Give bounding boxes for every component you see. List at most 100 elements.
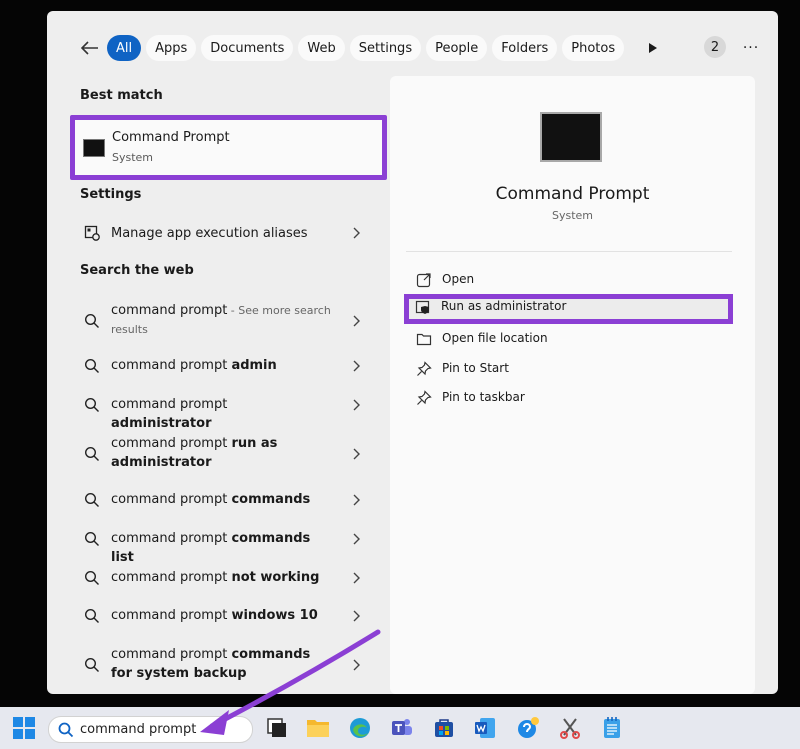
web-result-label: command prompt not working bbox=[111, 568, 331, 587]
more-options-button[interactable]: ··· bbox=[741, 35, 761, 61]
best-match-title: Command Prompt bbox=[112, 130, 230, 145]
web-result-item[interactable]: command prompt commands list bbox=[80, 529, 380, 565]
file-explorer-icon[interactable] bbox=[306, 716, 330, 740]
search-icon bbox=[84, 657, 99, 672]
open-label: Open bbox=[442, 272, 475, 286]
edge-browser-icon[interactable] bbox=[348, 716, 372, 740]
tab-folders[interactable]: Folders bbox=[492, 35, 558, 61]
shield-admin-icon bbox=[415, 300, 430, 314]
start-search-panel: All Apps Documents Web Settings People F… bbox=[47, 11, 778, 694]
taskbar-search-box[interactable] bbox=[48, 716, 253, 743]
detail-pane: Command Prompt System Open Run as admini… bbox=[390, 76, 755, 694]
best-match-result[interactable]: Command Prompt System bbox=[70, 115, 387, 180]
web-result-item[interactable]: command prompt - See more search results bbox=[80, 301, 380, 341]
chevron-right-icon bbox=[353, 610, 360, 622]
search-icon bbox=[84, 358, 99, 373]
web-result-bold: administrator bbox=[111, 416, 212, 431]
results-count-badge: 2 bbox=[704, 36, 726, 58]
search-icon bbox=[58, 722, 74, 738]
pin-to-start-label: Pin to Start bbox=[442, 361, 509, 375]
windows-start-icon[interactable] bbox=[12, 716, 36, 740]
back-arrow-icon[interactable] bbox=[79, 37, 101, 59]
pin-to-taskbar-label: Pin to taskbar bbox=[442, 390, 525, 404]
microsoft-store-icon[interactable] bbox=[432, 716, 456, 740]
web-result-item[interactable]: command prompt admin bbox=[80, 356, 380, 376]
web-result-bold: windows 10 bbox=[231, 608, 318, 623]
pin-to-taskbar-action[interactable]: Pin to taskbar bbox=[406, 385, 732, 411]
search-icon bbox=[84, 608, 99, 623]
web-result-item[interactable]: command prompt commands bbox=[80, 490, 380, 510]
search-icon bbox=[84, 313, 99, 328]
search-icon bbox=[84, 531, 99, 546]
search-icon bbox=[84, 397, 99, 412]
settings-heading: Settings bbox=[80, 187, 142, 202]
web-result-item[interactable]: command prompt not working bbox=[80, 568, 380, 588]
help-icon[interactable] bbox=[516, 716, 540, 740]
detail-subtitle: System bbox=[551, 209, 594, 222]
best-match-subtitle: System bbox=[112, 151, 154, 164]
web-result-bold: commands bbox=[231, 492, 311, 507]
web-result-label: command prompt run as administrator bbox=[111, 434, 331, 472]
web-result-base: command prompt bbox=[111, 358, 232, 373]
app-alias-settings-icon bbox=[84, 225, 100, 241]
teams-icon[interactable] bbox=[390, 716, 414, 740]
tab-all[interactable]: All bbox=[107, 35, 142, 61]
tab-photos[interactable]: Photos bbox=[562, 35, 625, 61]
snipping-tool-icon[interactable] bbox=[558, 716, 582, 740]
play-more-tabs-icon[interactable] bbox=[643, 35, 663, 61]
web-result-item[interactable]: command prompt run as administrator bbox=[80, 434, 380, 474]
folder-icon bbox=[416, 333, 432, 346]
filter-tabs: All Apps Documents Web Settings People F… bbox=[57, 35, 778, 61]
search-icon bbox=[84, 446, 99, 461]
run-as-administrator-action[interactable]: Run as administrator bbox=[404, 294, 733, 324]
tab-settings[interactable]: Settings bbox=[349, 35, 422, 61]
taskbar bbox=[0, 707, 800, 749]
open-file-location-label: Open file location bbox=[442, 331, 548, 345]
web-result-label: command prompt - See more search results bbox=[111, 301, 331, 339]
web-result-item[interactable]: command prompt commands for system backu… bbox=[80, 645, 380, 685]
taskbar-search-input[interactable] bbox=[80, 720, 240, 739]
web-result-item[interactable]: command prompt administrator bbox=[80, 395, 380, 431]
search-icon bbox=[84, 492, 99, 507]
tab-apps[interactable]: Apps bbox=[146, 35, 197, 61]
detail-divider bbox=[406, 251, 732, 252]
open-external-icon bbox=[416, 273, 431, 288]
web-result-label: command prompt windows 10 bbox=[111, 606, 331, 625]
open-file-location-action[interactable]: Open file location bbox=[406, 326, 732, 352]
web-result-base: command prompt bbox=[111, 608, 232, 623]
pin-to-start-action[interactable]: Pin to Start bbox=[406, 356, 732, 382]
settings-item-label: Manage app execution aliases bbox=[111, 226, 308, 241]
web-result-base: command prompt bbox=[111, 570, 232, 585]
word-icon[interactable] bbox=[473, 716, 497, 740]
chevron-right-icon bbox=[353, 399, 360, 411]
chevron-right-icon bbox=[353, 448, 360, 460]
web-result-label: command prompt admin bbox=[111, 356, 331, 375]
tab-web[interactable]: Web bbox=[298, 35, 345, 61]
web-result-base: command prompt bbox=[111, 647, 232, 662]
settings-item-app-aliases[interactable]: Manage app execution aliases bbox=[80, 223, 380, 243]
web-result-label: command prompt commands for system backu… bbox=[111, 645, 331, 683]
command-prompt-large-icon bbox=[540, 112, 602, 162]
chevron-right-icon bbox=[353, 494, 360, 506]
task-view-icon[interactable] bbox=[265, 716, 289, 740]
web-result-label: command prompt commands list bbox=[111, 529, 331, 567]
chevron-right-icon bbox=[353, 360, 360, 372]
chevron-right-icon bbox=[353, 572, 360, 584]
web-result-base: command prompt bbox=[111, 492, 232, 507]
web-result-base: command prompt bbox=[111, 303, 228, 318]
open-action[interactable]: Open bbox=[406, 267, 732, 293]
web-result-item[interactable]: command prompt windows 10 bbox=[80, 606, 380, 626]
tab-documents[interactable]: Documents bbox=[201, 35, 294, 61]
detail-title: Command Prompt bbox=[495, 184, 650, 204]
web-result-base: command prompt bbox=[111, 531, 232, 546]
best-match-heading: Best match bbox=[80, 88, 163, 103]
run-as-administrator-label: Run as administrator bbox=[441, 299, 567, 313]
chevron-right-icon bbox=[353, 315, 360, 327]
search-web-heading: Search the web bbox=[80, 263, 194, 278]
pin-icon bbox=[417, 361, 432, 376]
tab-people[interactable]: People bbox=[426, 35, 488, 61]
web-result-label: command prompt commands bbox=[111, 490, 331, 509]
chevron-right-icon bbox=[353, 533, 360, 545]
web-result-base: command prompt bbox=[111, 397, 228, 412]
notepad-icon[interactable] bbox=[600, 716, 624, 740]
